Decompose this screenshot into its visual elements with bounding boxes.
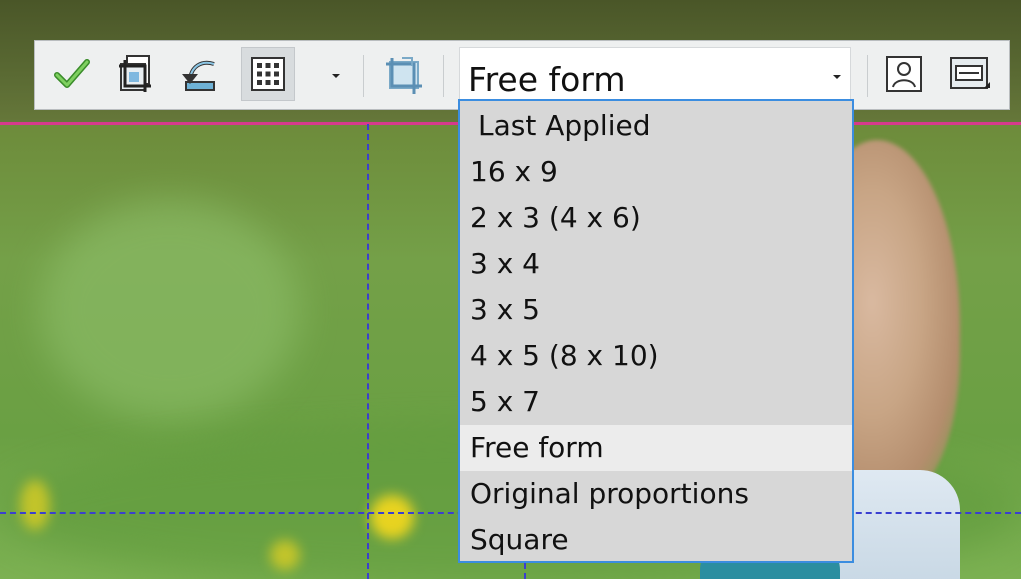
grid-options-dropdown-arrow[interactable] [327,67,345,85]
aspect-ratio-dropdown-list: Last Applied 16 x 9 2 x 3 (4 x 6) 3 x 4 … [458,99,854,563]
rotate-arrow-icon [182,60,215,91]
aspect-ratio-value: Free form [468,60,626,99]
checkmark-icon [54,59,90,88]
dropdown-item-16x9[interactable]: 16 x 9 [460,149,852,195]
grid-button[interactable] [241,47,295,101]
dropdown-item-free-form[interactable]: Free form [460,425,852,471]
portrait-button[interactable] [877,47,931,101]
aspect-ratio-dropdown-arrow[interactable] [830,70,844,84]
flower-blur [370,495,414,539]
crop-guide-vertical-left [367,124,369,579]
crop-snap-icon [386,57,422,94]
flower-blur [20,480,50,530]
crop-to-new-image-button[interactable] [109,47,163,101]
dropdown-item-2x3[interactable]: 2 x 3 (4 x 6) [460,195,852,241]
portrait-icon [886,56,922,92]
dropdown-item-4x5[interactable]: 4 x 5 (8 x 10) [460,333,852,379]
chevron-down-icon [833,75,841,79]
crop-document-icon [119,55,151,92]
chevron-down-icon [332,74,340,78]
grid-icon [251,57,285,91]
dropdown-item-3x5[interactable]: 3 x 5 [460,287,852,333]
aspect-ratio-combo[interactable]: Free form [459,47,851,101]
snap-crop-button[interactable] [377,47,431,101]
landscape-icon [950,57,990,89]
landscape-button[interactable] [943,47,997,101]
background-blur [40,200,300,420]
dropdown-item-original-proportions[interactable]: Original proportions [460,471,852,517]
toolbar-separator [867,55,868,97]
apply-crop-button[interactable] [45,47,99,101]
dropdown-item-last-applied[interactable]: Last Applied [460,103,852,149]
dropdown-item-3x4[interactable]: 3 x 4 [460,241,852,287]
toolbar-separator [443,55,444,97]
dropdown-item-square[interactable]: Square [460,517,852,563]
dropdown-item-5x7[interactable]: 5 x 7 [460,379,852,425]
toolbar-separator [363,55,364,97]
image-canvas[interactable]: Free form Last Applied 16 x 9 2 x 3 (4 x… [0,0,1021,579]
flower-blur [270,540,300,570]
rotate-crop-button[interactable] [173,47,227,101]
